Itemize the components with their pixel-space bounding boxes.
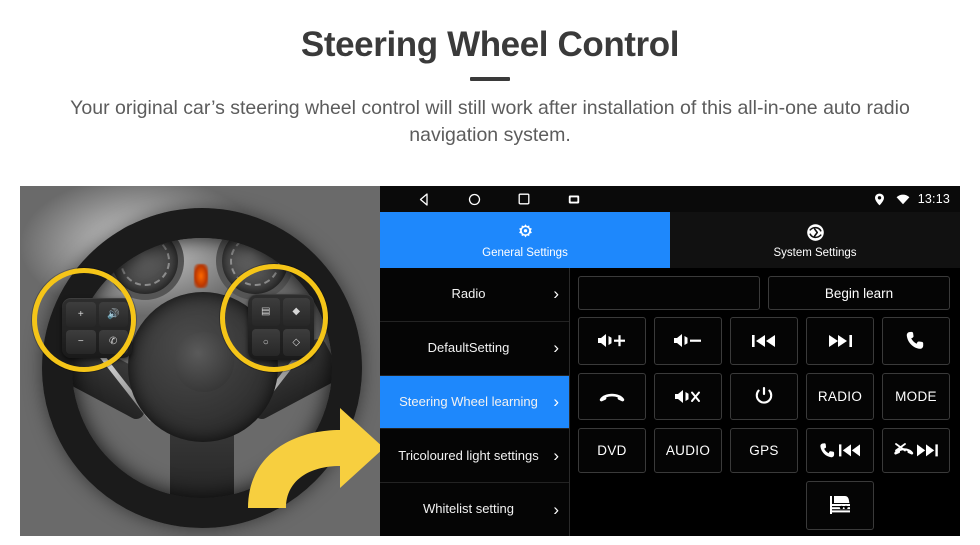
status-bar-right: 13:13 <box>872 191 950 207</box>
chevron-right-icon: › <box>553 391 559 411</box>
call-previous-key[interactable] <box>806 428 874 473</box>
menu-item-default-setting-label: DefaultSetting <box>427 340 510 356</box>
volume-up-key[interactable] <box>578 317 646 365</box>
settings-tabs: General Settings System Settings <box>380 212 960 268</box>
gear-icon <box>514 222 536 244</box>
mute-key[interactable] <box>654 372 722 420</box>
steering-wheel-photo: + 🔊 − ✆ ▤ ◆ ○ ◇ <box>20 186 380 536</box>
menu-item-steering-wheel-learning-label: Steering Wheel learning <box>399 393 538 409</box>
composite-figure: + 🔊 − ✆ ▤ ◆ ○ ◇ 13:13 General Settings S… <box>20 186 960 536</box>
previous-track-key[interactable] <box>730 317 798 365</box>
audio-key[interactable]: AUDIO <box>654 428 722 473</box>
settings-menu-list: Radio › DefaultSetting › Steering Wheel … <box>380 268 570 536</box>
power-key[interactable] <box>730 372 798 420</box>
grid-spacer <box>654 481 722 531</box>
menu-item-tricoloured-light-settings[interactable]: Tricoloured light settings › <box>380 429 569 484</box>
page-subtitle: Your original car’s steering wheel contr… <box>70 96 910 147</box>
hang-up-key[interactable] <box>578 372 646 420</box>
next-track-key[interactable] <box>806 317 874 365</box>
steering-wheel-learning-panel: Begin learn RADIO MODE DVD AUDIO GPS <box>570 268 960 536</box>
previous-track-icon <box>750 333 778 349</box>
back-icon[interactable] <box>416 191 432 207</box>
yellow-arrow-icon <box>236 404 380 520</box>
volume-plus-icon <box>597 332 627 349</box>
home-icon[interactable] <box>466 191 482 207</box>
menu-item-steering-wheel-learning[interactable]: Steering Wheel learning › <box>380 375 569 430</box>
highlight-circle-right <box>220 264 328 372</box>
power-icon <box>754 386 774 406</box>
menu-item-whitelist-setting-label: Whitelist setting <box>422 501 515 517</box>
answer-call-key[interactable] <box>882 317 950 365</box>
learn-toolbar: Begin learn <box>578 276 950 310</box>
grid-spacer <box>578 481 646 531</box>
hangup-next-key[interactable] <box>882 428 950 473</box>
location-pin-icon <box>872 191 888 207</box>
title-divider <box>470 76 510 81</box>
wifi-icon <box>895 191 911 207</box>
chevron-right-icon: › <box>553 338 559 358</box>
menu-item-tricoloured-light-settings-label: Tricoloured light settings <box>398 447 539 463</box>
begin-learn-button[interactable]: Begin learn <box>768 276 950 310</box>
settings-body: Radio › DefaultSetting › Steering Wheel … <box>380 268 960 536</box>
status-bar-clock: 13:13 <box>917 192 950 206</box>
page-header: Steering Wheel Control Your original car… <box>0 0 980 150</box>
screenshot-icon[interactable] <box>566 191 582 207</box>
page-root: Steering Wheel Control Your original car… <box>0 0 980 545</box>
tab-general-settings[interactable]: General Settings <box>380 212 670 268</box>
phone-answer-icon <box>905 331 927 351</box>
radio-key[interactable]: RADIO <box>806 372 874 420</box>
system-swirl-icon <box>804 222 826 244</box>
menu-item-radio[interactable]: Radio › <box>380 268 569 322</box>
tab-general-settings-label: General Settings <box>482 246 568 259</box>
next-track-icon <box>826 333 854 349</box>
recents-icon[interactable] <box>516 191 532 207</box>
dvd-key[interactable]: DVD <box>578 428 646 473</box>
volume-mute-icon <box>674 388 702 405</box>
tab-system-settings[interactable]: System Settings <box>670 212 960 268</box>
menu-item-radio-label: Radio <box>451 286 486 302</box>
car-rear-icon <box>827 494 853 516</box>
hangup-next-icon <box>893 442 939 459</box>
phone-hangup-icon <box>598 388 626 404</box>
menu-item-default-setting[interactable]: DefaultSetting › <box>380 322 569 376</box>
volume-down-key[interactable] <box>654 317 722 365</box>
android-head-unit-screenshot: 13:13 General Settings System Settings R… <box>380 186 960 536</box>
page-title: Steering Wheel Control <box>300 25 680 64</box>
chevron-right-icon: › <box>553 499 559 519</box>
tab-system-settings-label: System Settings <box>773 246 857 259</box>
phone-previous-icon <box>818 442 862 459</box>
function-key-grid: RADIO MODE DVD AUDIO GPS <box>578 317 950 530</box>
chevron-right-icon: › <box>553 284 559 304</box>
gps-key[interactable]: GPS <box>730 428 798 473</box>
chevron-right-icon: › <box>553 445 559 465</box>
highlight-circle-left <box>32 268 136 372</box>
mode-key[interactable]: MODE <box>882 372 950 420</box>
learn-display-field[interactable] <box>578 276 760 310</box>
volume-minus-icon <box>673 332 703 349</box>
android-status-bar: 13:13 <box>380 186 960 212</box>
grid-spacer <box>730 481 798 531</box>
android-nav-buttons <box>416 191 582 207</box>
car-info-key[interactable] <box>806 480 874 530</box>
menu-item-whitelist-setting[interactable]: Whitelist setting › <box>380 483 569 536</box>
